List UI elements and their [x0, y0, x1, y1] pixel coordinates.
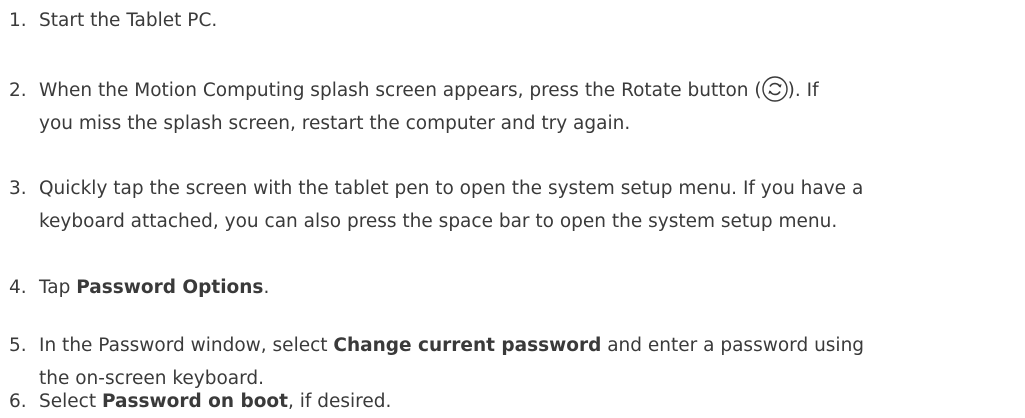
step-text-part2: ). If: [787, 80, 819, 101]
step-text-post: .: [263, 277, 270, 298]
step-text: Start the Tablet PC.: [39, 10, 218, 31]
step-number: 3.: [9, 178, 27, 199]
instruction-list: 1. Start the Tablet PC. 2. When the Motion…: [0, 0, 1025, 415]
rotate-icon: [761, 76, 788, 102]
step-number: 6.: [9, 391, 27, 412]
step-1: 1. Start the Tablet PC.: [9, 4, 1019, 37]
step-6: 6. Select Password on boot, if desired.: [9, 385, 1019, 418]
step-number: 1.: [9, 10, 27, 31]
step-text-pre: Tap: [39, 277, 77, 298]
step-text-continued: keyboard attached, you can also press th…: [39, 211, 838, 232]
step-2: 2. When the Motion Computing splash scree…: [9, 74, 1019, 140]
step-number: 4.: [9, 277, 27, 298]
step-text-pre: Select: [39, 391, 102, 412]
step-number: 5.: [9, 335, 27, 356]
ui-term: Password on boot: [101, 391, 288, 412]
step-number: 2.: [9, 80, 27, 101]
step-text: Quickly tap the screen with the tablet p…: [39, 178, 864, 199]
ui-term: Change current password: [333, 335, 602, 356]
step-text-part1: When the Motion Computing splash screen …: [39, 80, 762, 101]
step-text-continued: you miss the splash screen, restart the …: [39, 113, 631, 134]
step-text-post: , if desired.: [287, 391, 392, 412]
step-text-post: and enter a password using: [601, 335, 865, 356]
ui-term: Password Options: [76, 277, 264, 298]
step-text-pre: In the Password window, select: [39, 335, 334, 356]
step-4: 4. Tap Password Options.: [9, 271, 1019, 304]
step-3: 3. Quickly tap the screen with the tablet…: [9, 172, 1019, 238]
